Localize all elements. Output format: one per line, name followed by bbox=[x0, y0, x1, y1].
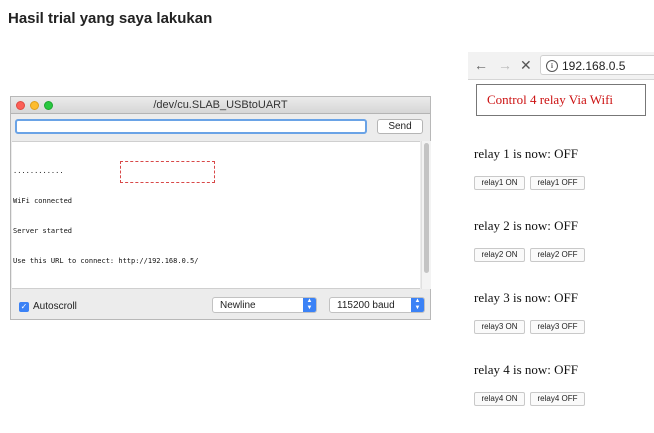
relay-1-on-button[interactable]: relay1 ON bbox=[474, 176, 525, 190]
relay-4-status: relay 4 is now: OFF bbox=[474, 362, 578, 377]
serial-monitor-window: /dev/cu.SLAB_USBtoUART Send ............… bbox=[10, 96, 431, 320]
send-button[interactable]: Send bbox=[377, 119, 423, 134]
relay-4-on-button[interactable]: relay4 ON bbox=[474, 392, 525, 406]
window-titlebar[interactable]: /dev/cu.SLAB_USBtoUART bbox=[11, 97, 430, 114]
line-ending-value: Newline bbox=[220, 300, 256, 311]
url-highlight-box bbox=[120, 161, 215, 183]
output-line: Use this URL to connect: http://192.168.… bbox=[13, 257, 199, 265]
relay-3-off-button[interactable]: relay3 OFF bbox=[530, 320, 585, 334]
forward-arrow-icon[interactable]: → bbox=[498, 57, 512, 73]
relay-2-on-button[interactable]: relay2 ON bbox=[474, 248, 525, 262]
relay-2-off-button[interactable]: relay2 OFF bbox=[530, 248, 585, 262]
close-x-icon[interactable]: ✕ bbox=[520, 57, 532, 73]
info-icon[interactable]: i bbox=[546, 60, 558, 72]
serial-input[interactable] bbox=[15, 119, 367, 134]
page-heading: Hasil trial yang saya lakukan bbox=[8, 10, 213, 27]
relay-page-title: Control 4 relay Via Wifi bbox=[476, 84, 646, 116]
updown-chevron-icon: ▲ ▼ bbox=[411, 298, 424, 312]
line-ending-select[interactable]: Newline ▲ ▼ bbox=[212, 297, 317, 313]
updown-chevron-icon: ▲ ▼ bbox=[303, 298, 316, 312]
autoscroll-label: Autoscroll bbox=[33, 301, 77, 312]
scrollbar-thumb[interactable] bbox=[424, 143, 429, 273]
relay-4-off-button[interactable]: relay4 OFF bbox=[530, 392, 585, 406]
output-line: WiFi connected bbox=[13, 197, 73, 205]
baud-rate-value: 115200 baud bbox=[337, 300, 395, 311]
window-title: /dev/cu.SLAB_USBtoUART bbox=[153, 99, 288, 111]
relay-3-on-button[interactable]: relay3 ON bbox=[474, 320, 525, 334]
vertical-scrollbar[interactable] bbox=[421, 141, 431, 289]
browser-toolbar: ← → ✕ i 192.168.0.5 bbox=[468, 52, 654, 80]
relay-3-status: relay 3 is now: OFF bbox=[474, 290, 578, 305]
baud-rate-select[interactable]: 115200 baud ▲ ▼ bbox=[329, 297, 425, 313]
output-line: Server started bbox=[13, 227, 73, 235]
relay-2-status: relay 2 is now: OFF bbox=[474, 218, 578, 233]
back-arrow-icon[interactable]: ← bbox=[474, 57, 488, 73]
relay-1-status: relay 1 is now: OFF bbox=[474, 146, 578, 161]
relay-1-off-button[interactable]: relay1 OFF bbox=[530, 176, 585, 190]
autoscroll-checkbox[interactable]: ✓ bbox=[19, 302, 29, 312]
serial-output: ............ WiFi connected Server start… bbox=[12, 141, 420, 289]
address-text: 192.168.0.5 bbox=[562, 59, 626, 73]
address-bar[interactable]: i 192.168.0.5 bbox=[540, 55, 654, 75]
